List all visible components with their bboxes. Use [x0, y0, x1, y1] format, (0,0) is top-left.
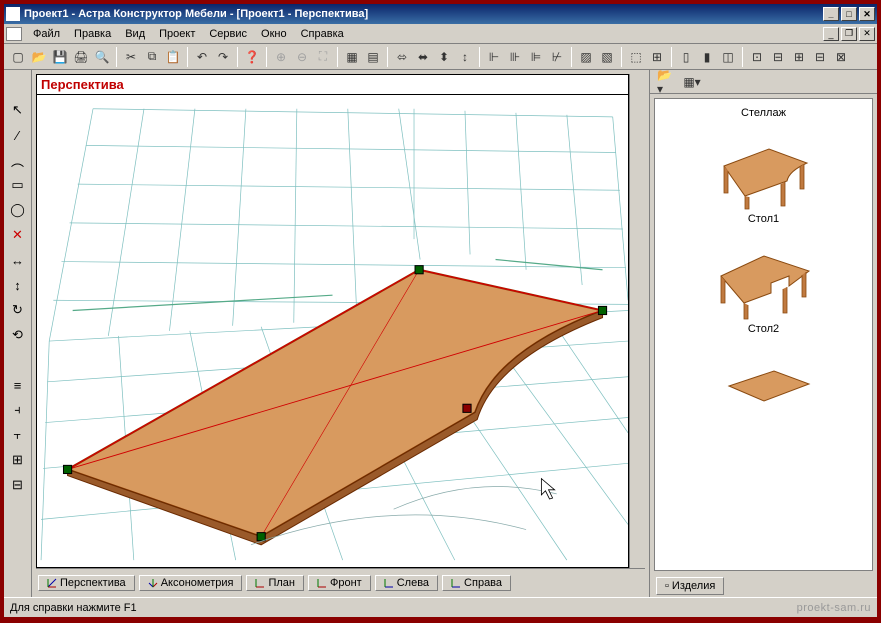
- tab-plan[interactable]: План: [246, 575, 304, 591]
- library-category: Стеллаж: [741, 107, 786, 119]
- left-toolbar: ↖ ∕ ︵ ▭ ◯ ✕ ↔ ↕ ↻ ⟲ ≡ ⫞ ⫟ ⊞ ⊟: [4, 70, 32, 597]
- hatch-1-icon[interactable]: ▨: [576, 47, 596, 67]
- tab-axonometry[interactable]: Аксонометрия: [139, 575, 243, 591]
- rect-icon[interactable]: ▭: [8, 175, 28, 195]
- paste-icon[interactable]: 📋: [163, 47, 183, 67]
- minimize-button[interactable]: _: [823, 7, 839, 21]
- menu-view[interactable]: Вид: [118, 26, 152, 42]
- panel-3-icon[interactable]: ◫: [718, 47, 738, 67]
- view-tabs: Перспектива Аксонометрия План Фронт Слев…: [36, 573, 645, 593]
- insert-2-icon[interactable]: ⊞: [647, 47, 667, 67]
- layout-2-icon[interactable]: ⊟: [810, 47, 830, 67]
- library-item[interactable]: Стол1: [709, 131, 819, 225]
- status-bar: Для справки нажмите F1 proekt-sam.ru: [4, 597, 877, 617]
- viewport-title: Перспектива: [36, 74, 629, 94]
- cut-icon[interactable]: ✂: [121, 47, 141, 67]
- menu-file[interactable]: Файл: [26, 26, 67, 42]
- ellipse-icon[interactable]: ◯: [8, 200, 28, 220]
- align-2-icon[interactable]: ⊪: [505, 47, 525, 67]
- close-button[interactable]: ✕: [859, 7, 875, 21]
- library-item[interactable]: Стол2: [709, 241, 819, 335]
- refresh-icon[interactable]: ↻: [8, 300, 28, 320]
- zoom-fit-icon[interactable]: ⛶: [313, 47, 333, 67]
- maximize-button[interactable]: □: [841, 7, 857, 21]
- dim-tool-2-icon[interactable]: ⬌: [413, 47, 433, 67]
- arc-icon[interactable]: ︵: [8, 150, 28, 170]
- redo-icon[interactable]: ↷: [213, 47, 233, 67]
- align-l-icon[interactable]: ⫞: [8, 400, 28, 420]
- new-icon[interactable]: ▢: [8, 47, 28, 67]
- layers-icon[interactable]: ≡: [8, 375, 28, 395]
- dim-tool-1-icon[interactable]: ⬄: [392, 47, 412, 67]
- workspace: ↖ ∕ ︵ ▭ ◯ ✕ ↔ ↕ ↻ ⟲ ≡ ⫞ ⫟ ⊞ ⊟ Перспектив…: [4, 70, 877, 597]
- delete-icon[interactable]: ✕: [8, 225, 28, 245]
- watermark: proekt-sam.ru: [797, 602, 871, 614]
- layout-3-icon[interactable]: ⊠: [831, 47, 851, 67]
- ungroup-tool-icon[interactable]: ⊟: [8, 475, 28, 495]
- menu-help[interactable]: Справка: [294, 26, 351, 42]
- layout-1-icon[interactable]: ⊞: [789, 47, 809, 67]
- tab-perspective[interactable]: Перспектива: [38, 575, 135, 591]
- panel-2-icon[interactable]: ▮: [697, 47, 717, 67]
- title-bar: Проект1 - Астра Конструктор Мебели - [Пр…: [4, 4, 877, 24]
- align-4-icon[interactable]: ⊬: [547, 47, 567, 67]
- line-icon[interactable]: ∕: [8, 125, 28, 145]
- library-item-label: Стол2: [748, 323, 779, 335]
- align-3-icon[interactable]: ⊫: [526, 47, 546, 67]
- panel-1-icon[interactable]: ▯: [676, 47, 696, 67]
- print-icon[interactable]: 🖨: [71, 47, 91, 67]
- dim-h-icon[interactable]: ↔: [8, 250, 28, 270]
- menu-edit[interactable]: Правка: [67, 26, 118, 42]
- menu-project[interactable]: Проект: [152, 26, 202, 42]
- library-item-label: Стол1: [748, 213, 779, 225]
- tab-products[interactable]: ▫ Изделия: [656, 577, 724, 595]
- dim-tool-3-icon[interactable]: ⬍: [434, 47, 454, 67]
- viewport-3d[interactable]: [36, 94, 629, 568]
- ungroup-icon[interactable]: ⊟: [768, 47, 788, 67]
- preview-icon[interactable]: 🔍: [92, 47, 112, 67]
- zoom-in-icon[interactable]: ⊕: [271, 47, 291, 67]
- window-title: Проект1 - Астра Конструктор Мебели - [Пр…: [24, 8, 368, 20]
- copy-icon[interactable]: ⧉: [142, 47, 162, 67]
- open-icon[interactable]: 📂: [29, 47, 49, 67]
- mdi-minimize-button[interactable]: _: [823, 27, 839, 41]
- rotate-icon[interactable]: ⟲: [8, 325, 28, 345]
- status-hint: Для справки нажмите F1: [10, 602, 137, 614]
- align-1-icon[interactable]: ⊩: [484, 47, 504, 67]
- tab-left[interactable]: Слева: [375, 575, 438, 591]
- menu-window[interactable]: Окно: [254, 26, 294, 42]
- lib-open-icon[interactable]: 📂▾: [656, 72, 676, 92]
- tab-right[interactable]: Справа: [442, 575, 511, 591]
- undo-icon[interactable]: ↶: [192, 47, 212, 67]
- zoom-out-icon[interactable]: ⊖: [292, 47, 312, 67]
- mdi-icon: [6, 27, 22, 41]
- help-cursor-icon[interactable]: ❓: [242, 47, 262, 67]
- group-icon[interactable]: ⊡: [747, 47, 767, 67]
- align-c-icon[interactable]: ⫟: [8, 425, 28, 445]
- app-icon: [6, 7, 20, 21]
- vertical-scrollbar[interactable]: [629, 74, 645, 568]
- save-icon[interactable]: 💾: [50, 47, 70, 67]
- library-panel: 📂▾ ▦▾ Стеллаж Стол1 Стол2: [649, 70, 877, 597]
- hatch-2-icon[interactable]: ▧: [597, 47, 617, 67]
- tab-front[interactable]: Фронт: [308, 575, 371, 591]
- lib-view-icon[interactable]: ▦▾: [682, 72, 702, 92]
- library-item[interactable]: [709, 351, 819, 431]
- mdi-restore-button[interactable]: ❐: [841, 27, 857, 41]
- dim-v-icon[interactable]: ↕: [8, 275, 28, 295]
- dim-tool-4-icon[interactable]: ↕: [455, 47, 475, 67]
- library-list[interactable]: Стеллаж Стол1 Стол2: [654, 98, 873, 571]
- pointer-icon[interactable]: ↖: [8, 100, 28, 120]
- mdi-close-button[interactable]: ✕: [859, 27, 875, 41]
- menu-bar: Файл Правка Вид Проект Сервис Окно Справ…: [4, 24, 877, 44]
- menu-service[interactable]: Сервис: [202, 26, 254, 42]
- view-iso-icon[interactable]: ▦: [342, 47, 362, 67]
- main-toolbar: ▢ 📂 💾 🖨 🔍 ✂ ⧉ 📋 ↶ ↷ ❓ ⊕ ⊖ ⛶ ▦ ▤ ⬄ ⬌ ⬍ ↕ …: [4, 44, 877, 70]
- view-grid-icon[interactable]: ▤: [363, 47, 383, 67]
- group-tool-icon[interactable]: ⊞: [8, 450, 28, 470]
- box-icon: ▫: [665, 580, 669, 592]
- insert-1-icon[interactable]: ⬚: [626, 47, 646, 67]
